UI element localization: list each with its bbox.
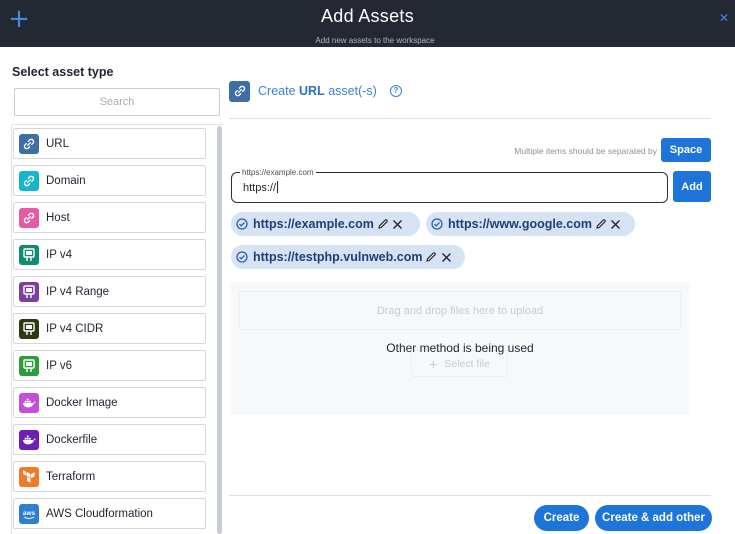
asset-type-item-ip-v4[interactable]: IP v4 [13, 239, 206, 270]
link-icon [19, 133, 39, 154]
remove-icon[interactable] [392, 218, 404, 230]
url-field-label: https://example.com [240, 168, 316, 177]
asset-type-label: Dockerfile [46, 433, 98, 446]
chip-text: https://www.google.com [448, 217, 592, 231]
asset-type-item-host[interactable]: Host [13, 202, 206, 233]
terraform-icon [19, 466, 39, 487]
create-button[interactable]: Create [534, 505, 589, 531]
divider [229, 118, 711, 119]
check-circle-icon [236, 251, 248, 263]
asset-type-label: IP v4 Range [46, 285, 110, 298]
asset-type-item-terraform[interactable]: Terraform [13, 461, 206, 492]
asset-type-heading: Select asset type [12, 65, 114, 79]
asset-type-label: Docker Image [46, 396, 118, 409]
svg-text:aws: aws [23, 510, 36, 517]
edit-icon[interactable] [377, 218, 389, 230]
plus-icon: + [429, 355, 438, 372]
asset-type-item-aws-cloudformation[interactable]: aws AWS Cloudformation [13, 498, 206, 529]
drop-zone[interactable]: Drag and drop files here to upload [239, 291, 681, 330]
other-method-notice: Other method is being used [386, 341, 534, 355]
modal-title: Add Assets [320, 6, 415, 26]
divider [229, 495, 711, 496]
network-icon [19, 318, 39, 339]
asset-type-item-ip-v4-cidr[interactable]: IP v4 CIDR [13, 313, 206, 344]
aws-icon: aws [19, 503, 39, 524]
chip-text: https://testphp.vulnweb.com [253, 250, 423, 264]
edit-icon[interactable] [425, 251, 437, 263]
asset-type-label: IP v6 [46, 359, 72, 372]
asset-type-label: Terraform [46, 470, 96, 483]
asset-type-label: URL [46, 137, 70, 150]
url-chip: https://www.google.com [426, 212, 635, 236]
modal-subtitle: Add new assets to the workspace [315, 36, 435, 45]
url-field-value[interactable]: https:// [243, 181, 279, 194]
edit-icon[interactable] [595, 218, 607, 230]
separator-note: Multiple items should be separated by [514, 146, 657, 156]
asset-type-label: IP v4 [46, 248, 72, 261]
remove-icon[interactable] [610, 218, 622, 230]
asset-type-label: Domain [46, 174, 86, 187]
asset-type-item-ip-v4-range[interactable]: IP v4 Range [13, 276, 206, 307]
asset-type-item-dockerfile[interactable]: Dockerfile [13, 424, 206, 455]
url-chip: https://example.com [231, 212, 420, 236]
search-input[interactable] [14, 88, 220, 116]
create-asset-heading: Create URL asset(-s) ? [229, 80, 402, 102]
remove-icon[interactable] [440, 251, 452, 263]
list-scrollbar[interactable] [217, 126, 222, 534]
asset-type-label: AWS Cloudformation [46, 507, 153, 520]
network-icon [19, 281, 39, 302]
check-circle-icon [431, 218, 443, 230]
check-circle-icon [236, 218, 248, 230]
asset-type-item-domain[interactable]: Domain [13, 165, 206, 196]
create-asset-text: Create URL asset(-s) [258, 84, 377, 98]
network-icon [19, 244, 39, 265]
chip-text: https://example.com [253, 217, 374, 231]
link-icon [19, 207, 39, 228]
help-icon[interactable]: ? [389, 85, 402, 97]
add-button[interactable]: Add [673, 171, 711, 202]
select-file-label: Select file [444, 357, 490, 370]
asset-type-item-ip-v6[interactable]: IP v6 [13, 350, 206, 381]
space-separator-button[interactable]: Space [661, 138, 711, 162]
close-icon[interactable]: ✕ [717, 10, 731, 26]
docker-icon [19, 392, 39, 413]
network-icon [19, 355, 39, 376]
link-icon [229, 80, 250, 102]
modal-header: + Add Assets Add new assets to the works… [0, 0, 735, 47]
asset-type-item-docker-image[interactable]: Docker Image [13, 387, 206, 418]
url-input-field[interactable]: https://example.com https:// [231, 168, 668, 203]
create-and-add-other-button[interactable]: Create & add other [595, 505, 712, 531]
docker-icon [19, 429, 39, 450]
asset-type-item-url[interactable]: URL [13, 128, 206, 159]
asset-type-label: IP v4 CIDR [46, 322, 104, 335]
asset-type-label: Host [46, 211, 70, 224]
url-chip: https://testphp.vulnweb.com [231, 245, 465, 269]
link-icon [19, 170, 39, 191]
